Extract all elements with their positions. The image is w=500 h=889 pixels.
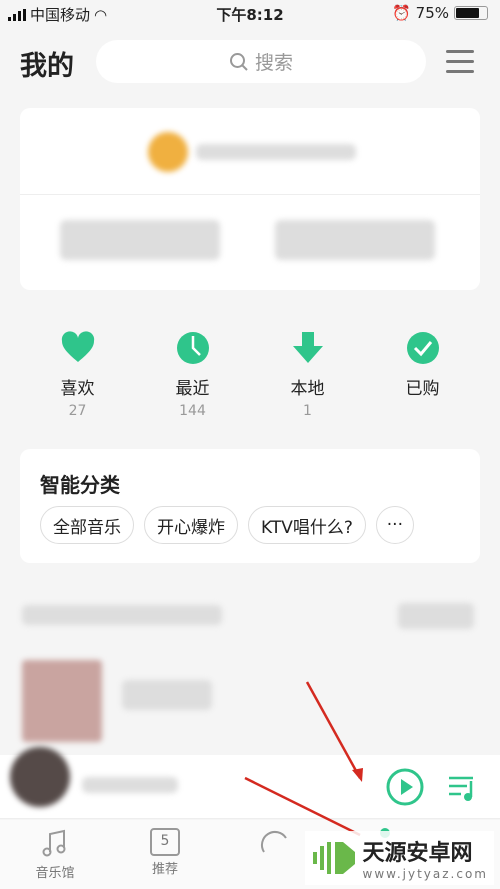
annotation-arrow <box>305 681 362 779</box>
annotation-arrows <box>244 681 363 837</box>
watermark-logo: 天源安卓网 www.jytyaz.com <box>304 831 494 885</box>
android-logo-icon <box>312 842 355 874</box>
annotation-arrow <box>244 776 361 837</box>
